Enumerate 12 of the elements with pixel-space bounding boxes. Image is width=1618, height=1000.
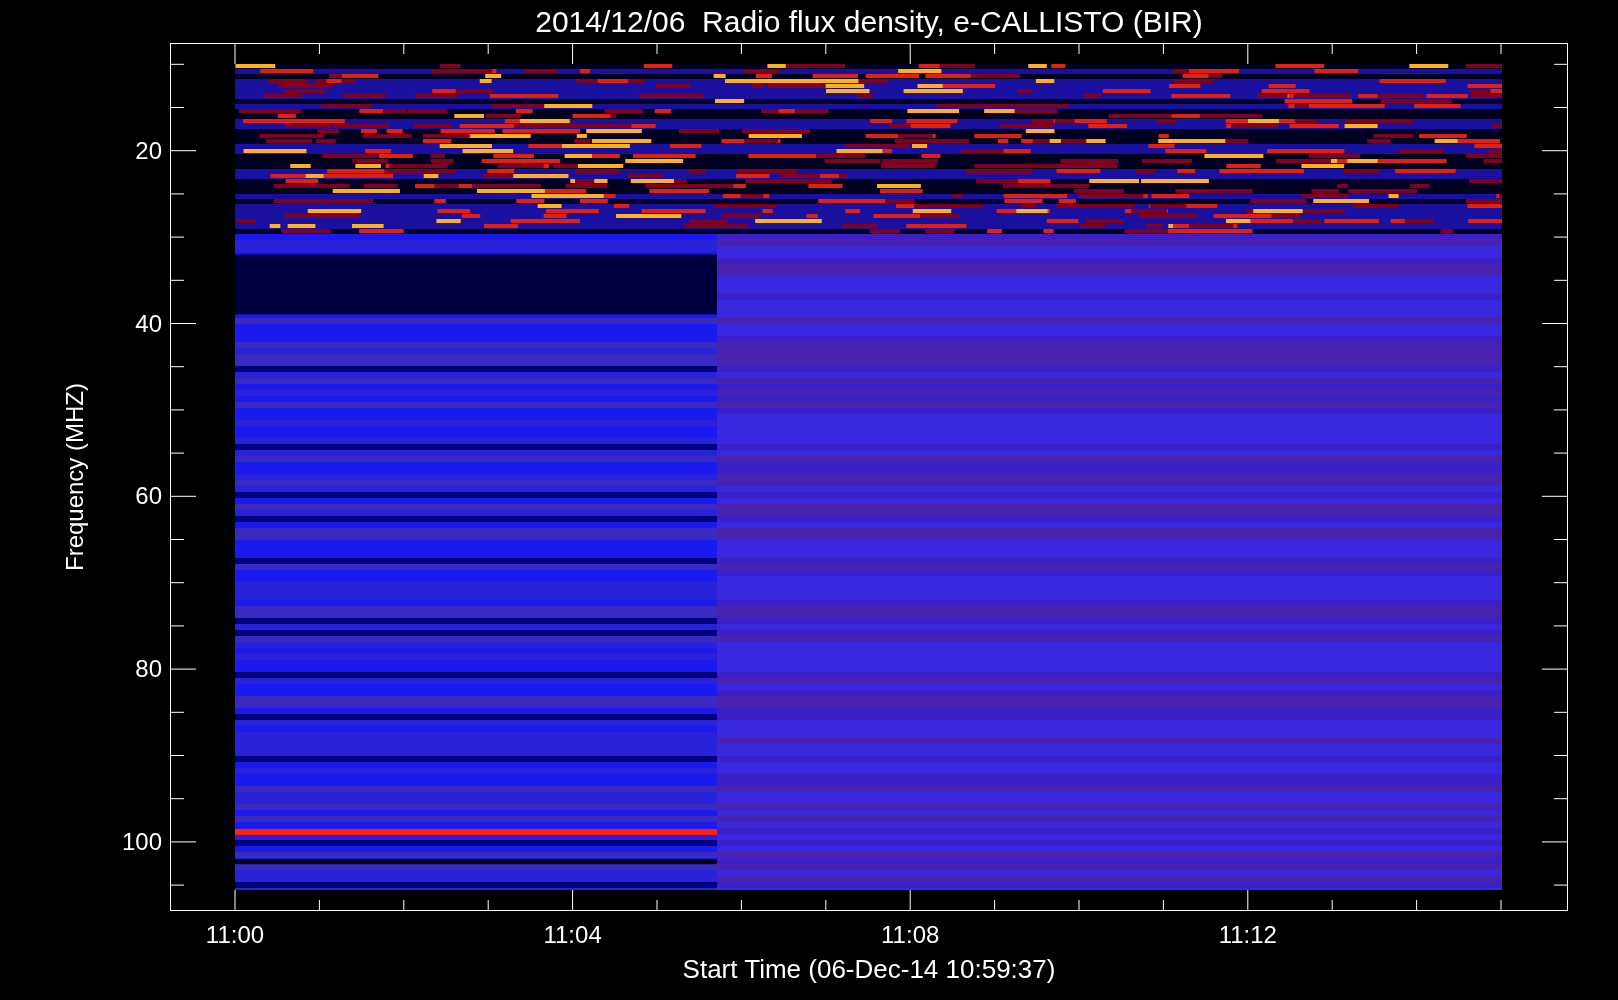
y-tick-label: 60 xyxy=(135,484,162,509)
y-axis-label: Frequency (MHZ) xyxy=(63,383,87,571)
x-tick-label: 11:00 xyxy=(205,923,265,947)
y-tick-label: 20 xyxy=(135,138,162,163)
chart-title: 2014/12/06 Radio flux density, e-CALLISTO (BIR) xyxy=(534,6,1204,37)
x-tick-label: 11:08 xyxy=(881,923,940,947)
y-tick-label: 40 xyxy=(135,311,162,336)
y-tick-label: 100 xyxy=(121,829,162,854)
x-tick-label: 11:04 xyxy=(543,923,602,947)
y-tick-label: 80 xyxy=(135,657,162,682)
x-axis-label: Start Time (06-Dec-14 10:59:37) xyxy=(681,956,1057,982)
x-tick-label: 11:12 xyxy=(1218,923,1277,947)
